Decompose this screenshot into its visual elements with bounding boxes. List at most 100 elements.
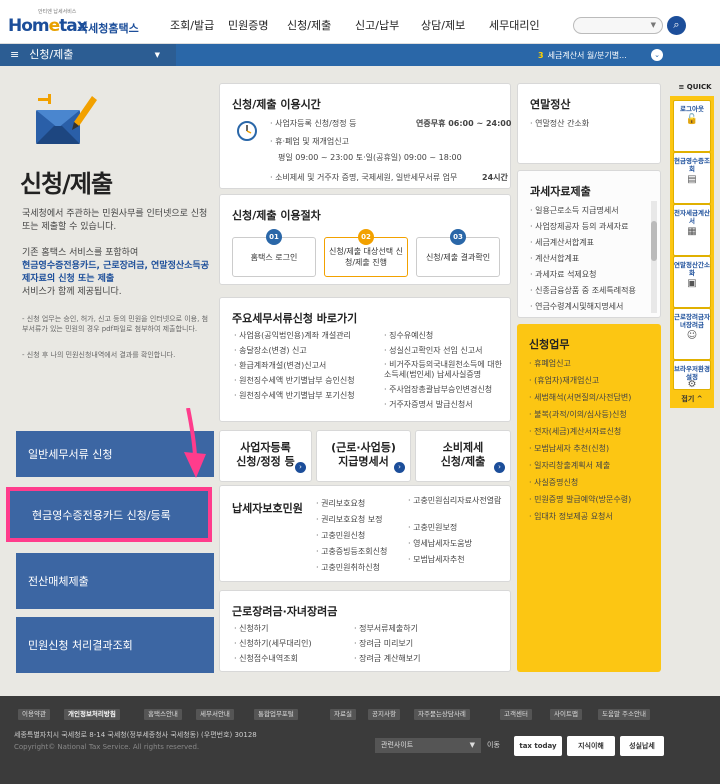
lock-icon: 🔓: [685, 114, 699, 125]
quick-year-end[interactable]: 연말정산간소화 ▣: [673, 256, 711, 308]
button-line: 소비제세: [442, 441, 484, 454]
year-end-title: 연말정산: [530, 98, 571, 111]
footer-link[interactable]: 홈택스안내: [144, 709, 182, 720]
nav-lookup[interactable]: 조회/발급: [170, 17, 214, 33]
tax-data-link[interactable]: · 과세자료 석제요청: [530, 269, 597, 280]
quick-fold-button[interactable]: 접기 ^: [670, 392, 714, 406]
scrollbar[interactable]: [651, 201, 657, 313]
tax-data-link[interactable]: · 일용근로소득 지급명세서: [530, 205, 619, 216]
eitc-link[interactable]: · 신청하기(세무대리인): [234, 638, 312, 649]
badge-tax-today[interactable]: tax today: [514, 736, 562, 756]
shortcut-link[interactable]: · 비거주자등의국내원천소득에 대한 소득세(법인세) 납세사실증명: [384, 360, 510, 380]
badge-knowledge[interactable]: 지식이해: [567, 736, 615, 756]
nav-certificates[interactable]: 민원증명: [228, 17, 268, 33]
shortcut-link[interactable]: · 거주자증명서 발급신청서: [384, 399, 473, 410]
shortcut-link[interactable]: · 사업용(공익법인용)계좌 개설관리: [234, 330, 351, 341]
shortcut-link[interactable]: · 성실신고확인자 선임 신고서: [384, 345, 483, 356]
apply-link[interactable]: · 불복(과적/이의/심사등)신청: [529, 409, 627, 420]
footer-link[interactable]: 자료실: [330, 709, 356, 720]
apply-link[interactable]: · 일자리창출계획서 제출: [529, 460, 610, 471]
taxpayer-link[interactable]: · 영세납세자도움방: [408, 538, 472, 549]
logo-text: Hometax: [8, 16, 88, 36]
news-ticker[interactable]: 3 세금계산서 월/분기별...: [538, 50, 627, 61]
consumption-tax-button[interactable]: 소비제세 신청/제출 ›: [415, 430, 511, 482]
footer-link[interactable]: 공지사항: [368, 709, 400, 720]
desc-text: 기존 홈택스 서비스를 포함하여: [22, 248, 139, 258]
quick-eitc[interactable]: 근로장려금자녀장려금 ☺: [673, 308, 711, 360]
payment-statement-button[interactable]: (근로·사업등) 지급명세서 ›: [316, 430, 411, 482]
footer-link[interactable]: 자주묻는상담사례: [414, 709, 470, 720]
quick-cash-receipt[interactable]: 현금영수증조회 ▤: [673, 152, 711, 204]
taxpayer-link[interactable]: · 고충민원보정: [408, 522, 457, 533]
quick-logout[interactable]: 로그아웃 🔓: [673, 100, 711, 152]
shortcut-link[interactable]: · 환급계좌개설(변경)신고서: [234, 360, 326, 371]
taxpayer-link[interactable]: · 고충민원취하신청: [316, 562, 380, 573]
procedure-panel: 신청/제출 이용절차 01 홈택스 로그인 02 신청/제출 대상선택 신청/제…: [219, 194, 511, 285]
taxpayer-link[interactable]: · 권리보호요청 보정: [316, 514, 383, 525]
eitc-link[interactable]: · 신청접수내역조회: [234, 653, 298, 664]
tax-data-link[interactable]: · 사업장제공자 등의 과세자료: [530, 221, 629, 232]
sub-bar: ≡ 신청/제출 ▼ 3 세금계산서 월/분기별... ⌄: [0, 44, 720, 66]
badge-honest-tax[interactable]: 성실납세: [620, 736, 664, 756]
hours-title: 신청/제출 이용시간: [232, 98, 321, 111]
footer-link[interactable]: 이용약관: [18, 709, 50, 720]
cash-receipt-card-button[interactable]: 현금영수증전용카드 신청/등록: [6, 487, 212, 542]
apply-link[interactable]: · 모범납세자 추천(신청): [529, 443, 609, 454]
apply-link[interactable]: · 세법해석(서면질의/사전답변): [529, 392, 631, 403]
shortcut-link[interactable]: · 원천징수세액 반기별납부 포기신청: [234, 390, 355, 401]
taxpayer-link[interactable]: · 고충증빙등조회신청: [316, 546, 387, 557]
apply-link[interactable]: · 민원증명 발급예약(방문수령): [529, 494, 631, 505]
ticker-toggle-icon[interactable]: ⌄: [651, 49, 663, 61]
hometax-logo[interactable]: 안티엔 납세서비스 Hometax 국세청홈택스: [8, 8, 158, 38]
shortcut-link[interactable]: · 송달장소(변경) 신고: [234, 345, 307, 356]
hours-row-label: · 소비제세 및 거주자 증명, 국제세원, 일반세무서류 업무: [270, 173, 458, 182]
taxpayer-link[interactable]: · 권리보호요청: [316, 498, 365, 509]
quick-browser-settings[interactable]: 브라우저환경설정 ⚙: [673, 360, 711, 390]
taxpayer-link[interactable]: · 모범납세자추천: [408, 554, 465, 565]
footer-link[interactable]: 고객센터: [500, 709, 532, 720]
nav-apply[interactable]: 신청/제출: [287, 17, 331, 33]
footer-address: 세종특별자치시 국세청로 8-14 국세청(정부세종청사 국세청동) (우편번호…: [14, 731, 257, 739]
apply-link[interactable]: · 휴폐업신고: [529, 358, 571, 369]
tax-data-link[interactable]: · 신종금융상품 중 조세특례적용: [530, 285, 636, 296]
search-input[interactable]: ▼: [573, 17, 663, 34]
electronic-media-button[interactable]: 전산매체제출: [16, 553, 214, 609]
eitc-link[interactable]: · 정부서류제출하기: [354, 623, 418, 634]
tax-data-link[interactable]: · 연금수령계시및해지명세서: [530, 301, 623, 312]
quick-e-invoice[interactable]: 전자세금계산서 ▦: [673, 204, 711, 256]
nav-tax-agent[interactable]: 세무대리인: [489, 17, 540, 33]
quick-label: 로그아웃: [680, 105, 704, 113]
apply-link[interactable]: · (휴업자)재개업신고: [529, 375, 599, 386]
shortcut-link[interactable]: · 원천징수세액 반기별납부 승인신청: [234, 375, 355, 386]
taxpayer-link[interactable]: · 고충민원심리자료사전열람: [408, 496, 508, 506]
footer-link[interactable]: 통합업무포털: [254, 709, 298, 720]
scrollbar-thumb[interactable]: [651, 221, 657, 261]
nav-consult[interactable]: 상담/제보: [421, 17, 465, 33]
shortcut-link[interactable]: · 징수유예신청: [384, 330, 433, 341]
footer-link[interactable]: 사이트맵: [550, 709, 582, 720]
eitc-link[interactable]: · 신청하기: [234, 623, 269, 634]
business-registration-button[interactable]: 사업자등록 신청/정정 등 ›: [219, 430, 312, 482]
tax-data-link[interactable]: · 세금계산서합계표: [530, 237, 594, 248]
eitc-link[interactable]: · 장려금 미리보기: [354, 638, 413, 649]
related-sites-select[interactable]: 관련사이트 ▼: [375, 738, 481, 753]
hours-panel: 신청/제출 이용시간 · 사업자등록 신청/정정 등 연중무휴 06:00 ~ …: [219, 83, 511, 189]
apply-link[interactable]: · 임대차 정보제공 요청서: [529, 511, 613, 522]
apply-link[interactable]: · 사실증명신청: [529, 477, 578, 488]
menu-dropdown[interactable]: ≡ 신청/제출 ▼: [0, 44, 176, 66]
year-end-link[interactable]: · 연말정산 간소화: [530, 118, 589, 129]
taxpayer-link[interactable]: · 고충민원신청: [316, 530, 365, 541]
nav-report-pay[interactable]: 신고/납부: [355, 17, 399, 33]
search-icon[interactable]: ⌕: [667, 16, 686, 35]
eitc-link[interactable]: · 장려금 계산해보기: [354, 653, 421, 664]
desc-highlight: 현금영수증전용카드, 근로장려금, 연말정산소득공제자료의 신청 또는 제출: [22, 261, 209, 284]
footer-link[interactable]: 도움말 주소안내: [598, 709, 650, 720]
tax-data-link[interactable]: · 계산서합계표: [530, 253, 579, 264]
shortcuts-panel: 주요세무서류신청 바로가기 · 사업용(공익법인용)계좌 개설관리 · 송달장소…: [219, 297, 511, 422]
apply-link[interactable]: · 전자(세금)계산서자료신청: [529, 426, 621, 437]
shortcut-link[interactable]: · 주사업장총괄납부승인변경신청: [384, 384, 492, 395]
go-button[interactable]: 이동: [487, 740, 500, 750]
result-lookup-button[interactable]: 민원신청 처리결과조회: [16, 617, 214, 673]
footer-link[interactable]: 세무서안내: [196, 709, 234, 720]
footer-link[interactable]: 개인정보처리방침: [64, 709, 120, 720]
